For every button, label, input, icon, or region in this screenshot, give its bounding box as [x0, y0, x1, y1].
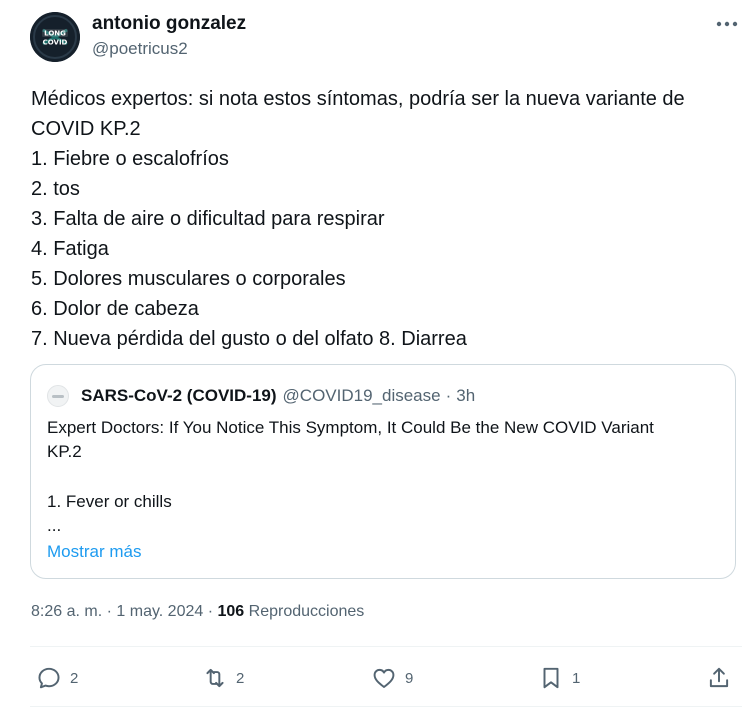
quoted-tweet[interactable]: SARS-CoV-2 (COVID-19) @COVID19_disease ·… [30, 364, 736, 579]
tweet-line: COVID KP.2 [31, 118, 141, 140]
reply-button[interactable]: 2 [36, 664, 78, 692]
quoted-line: Expert Doctors: If You Notice This Sympt… [47, 418, 654, 437]
share-icon [709, 667, 729, 688]
meta-separator: · [106, 603, 112, 620]
tweet-line: Médicos expertos: si nota estos síntomas… [31, 88, 685, 110]
divider [30, 646, 742, 647]
long-covid-logo: LONG COVID [30, 12, 80, 62]
tweet-line: 1. Fiebre o escalofríos [31, 148, 229, 170]
meta-separator: · [207, 603, 214, 620]
tweet-line: 3. Falta de aire o dificultad para respi… [31, 208, 385, 230]
bookmark-count: 1 [572, 669, 581, 687]
reply-icon [38, 667, 60, 689]
tweet-date[interactable]: 1 may. 2024 [116, 603, 203, 620]
quoted-line: 1. Fever or chills [47, 492, 172, 511]
views-count: 106 [217, 603, 245, 620]
heart-icon [373, 668, 395, 688]
divider [30, 706, 742, 707]
tweet-line: 6. Dolor de cabeza [31, 298, 199, 320]
author-avatar[interactable]: LONG COVID [30, 12, 80, 62]
tweet-meta: 8:26 a. m. · 1 may. 2024 · 106 Reproducc… [31, 603, 364, 621]
quoted-author-handle[interactable]: @COVID19_disease [283, 386, 441, 406]
retweet-count: 2 [236, 669, 245, 687]
quoted-author-name[interactable]: SARS-CoV-2 (COVID-19) [81, 386, 277, 406]
quoted-tweet-text: Expert Doctors: If You Notice This Sympt… [47, 416, 717, 538]
show-more-link[interactable]: Mostrar más [47, 542, 141, 562]
quoted-author-avatar[interactable] [47, 385, 69, 407]
quoted-blank-line [47, 464, 717, 490]
author-display-name[interactable]: antonio gonzalez [92, 13, 246, 35]
bookmark-icon [543, 667, 559, 689]
tweet-line: 7. Nueva pérdida del gusto o del olfato … [31, 328, 467, 350]
quoted-line: ... [47, 516, 62, 535]
author-handle[interactable]: @poetricus2 [92, 39, 188, 59]
retweet-icon [206, 668, 224, 688]
quoted-separator: · [445, 386, 452, 405]
like-count: 9 [405, 669, 414, 687]
tweet-line: 4. Fatiga [31, 238, 109, 260]
avatar-logo-line-1: LONG [44, 30, 66, 38]
like-button[interactable]: 9 [371, 664, 413, 692]
tweet-time[interactable]: 8:26 a. m. [31, 603, 102, 620]
tweet-line: 5. Dolores musculares o corporales [31, 268, 346, 290]
quoted-timestamp[interactable]: 3h [456, 386, 475, 406]
retweet-button[interactable]: 2 [202, 664, 244, 692]
reply-count: 2 [70, 669, 79, 687]
share-button[interactable] [706, 664, 732, 692]
bookmark-button[interactable]: 1 [538, 664, 580, 692]
more-dots-icon [716, 21, 738, 27]
quoted-line: KP.2 [47, 442, 82, 461]
quoted-tweet-header: SARS-CoV-2 (COVID-19) @COVID19_disease ·… [47, 385, 475, 407]
more-options-button[interactable] [712, 14, 742, 34]
avatar-logo-line-2: COVID [43, 39, 68, 47]
views-label: Reproducciones [248, 603, 365, 620]
tweet-line: 2. tos [31, 178, 80, 200]
tweet-text: Médicos expertos: si nota estos síntomas… [31, 84, 731, 354]
